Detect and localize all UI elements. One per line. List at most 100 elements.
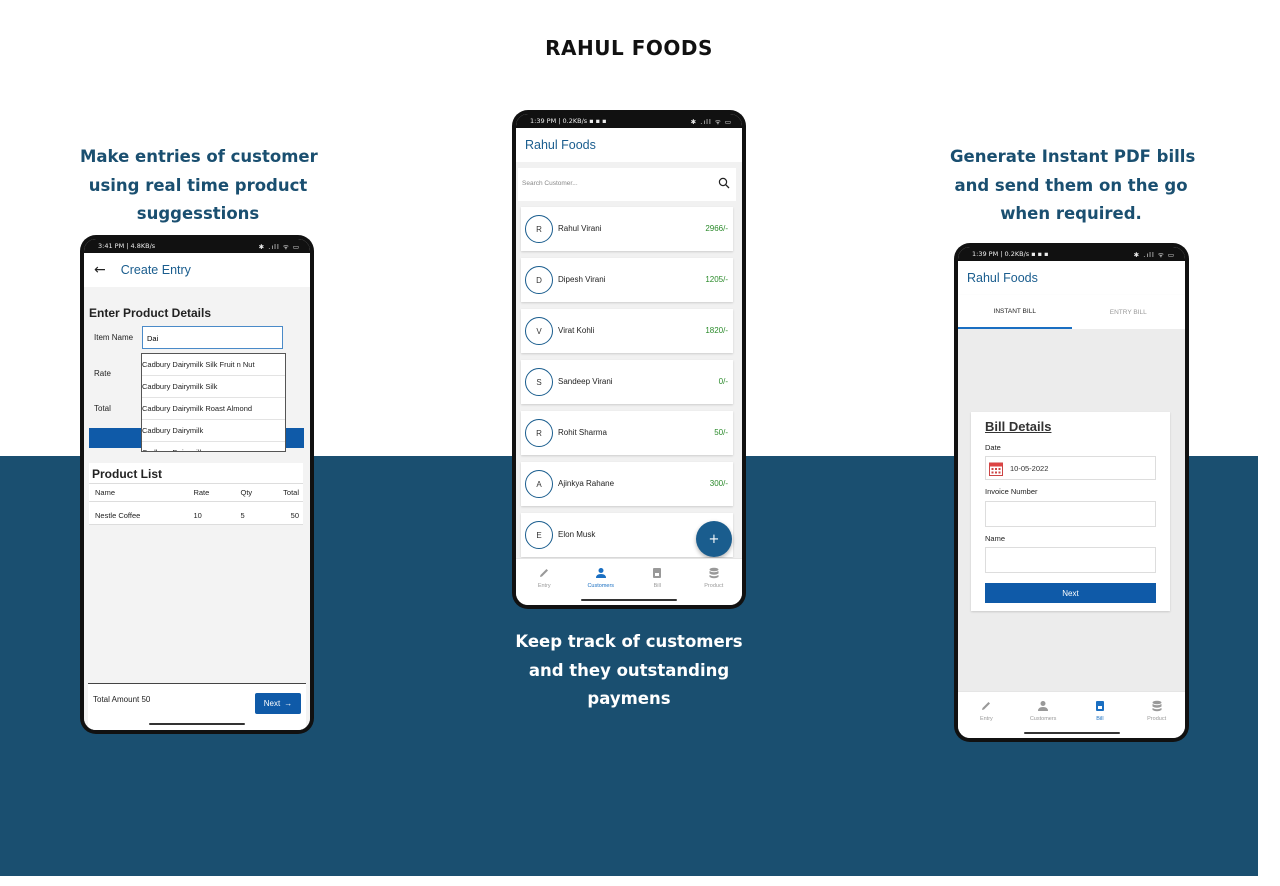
phone-create-entry: 3:41 PM | 4.8KB/s ✱ .ıll ᯤ ▭ ← Create En… (80, 235, 314, 734)
avatar: E (525, 521, 553, 549)
customer-row[interactable]: A Ajinkya Rahane 300/- (521, 462, 733, 506)
calendar-icon (989, 462, 1003, 476)
rate-label: Rate (94, 369, 111, 378)
customer-name: Virat Kohli (558, 326, 595, 335)
customer-amount: 2966/- (705, 224, 728, 233)
nav-entry[interactable]: Entry (516, 559, 573, 605)
nav-label: Product (1147, 716, 1167, 722)
nav-label: Customers (587, 583, 615, 589)
tab-instant-bill[interactable]: INSTANT BILL (958, 295, 1072, 329)
person-icon (595, 568, 606, 578)
suggestion-dropdown: Cadbury Dairymilk Silk Fruit n Nut Cadbu… (141, 353, 286, 452)
date-label: Date (985, 443, 1001, 452)
avatar: R (525, 419, 553, 447)
caption-right: Generate Instant PDF bills and send them… (950, 143, 1196, 229)
customer-name: Rohit Sharma (558, 428, 607, 437)
total-label: Total (94, 404, 111, 413)
caption-line: Make entries of customer (80, 147, 318, 166)
customer-row[interactable]: D Dipesh Virani 1205/- (521, 258, 733, 302)
home-indicator (1023, 731, 1120, 734)
nav-label: Bill (1096, 716, 1104, 722)
caption-line: paymens (587, 689, 671, 708)
customer-amount: 0/- (718, 377, 728, 386)
customer-row[interactable]: S Sandeep Virani 0/- (521, 360, 733, 404)
suggestion-item[interactable]: Cadbury Dairymilk Silk Fruit n Nut (142, 354, 285, 376)
app-title: Rahul Foods (967, 271, 1038, 285)
item-name-input[interactable]: Dai (142, 326, 283, 349)
customer-row[interactable]: R Rohit Sharma 50/- (521, 411, 733, 455)
customer-row[interactable]: R Rahul Virani 2966/- (521, 207, 733, 251)
screen-title: Create Entry (120, 263, 191, 277)
phone-bill: 1:39 PM | 0.2KB/s ▪ ▪ ▪ ✱ .ıll ᯤ ▭ Rahul… (954, 243, 1189, 742)
product-table: Name Rate Qty Total Nestle Coffee 10 5 5… (89, 483, 303, 525)
caption-middle: Keep track of customers and they outstan… (512, 628, 746, 714)
avatar: V (525, 317, 553, 345)
table-row[interactable]: Nestle Coffee 10 5 50 (89, 501, 303, 525)
product-list-title: Product List (92, 467, 163, 481)
caption-line: Generate Instant PDF bills (950, 147, 1196, 166)
avatar: D (525, 266, 553, 294)
table-header-row: Name Rate Qty Total (89, 483, 303, 502)
pencil-icon (540, 569, 549, 577)
bill-icon (653, 568, 662, 578)
add-customer-button[interactable]: + (696, 521, 732, 557)
status-time: 3:41 PM | 4.8KB/s (98, 242, 156, 250)
home-indicator (581, 598, 677, 601)
nav-product[interactable]: Product (1128, 692, 1185, 738)
column-header-total: Total (264, 483, 303, 502)
page-title: RAHUL FOODS (545, 36, 713, 60)
caption-line: and send them on the go (954, 175, 1188, 195)
tab-entry-bill[interactable]: ENTRY BILL (1072, 295, 1186, 329)
cell-name: Nestle Coffee (89, 501, 188, 525)
caption-left: Make entries of customer using real time… (80, 143, 318, 229)
avatar: S (525, 368, 553, 396)
suggestion-item[interactable]: Cadbury Dairymilk Roast Almond (142, 398, 285, 420)
status-icons: ✱ .ıll ᯤ ▭ (690, 117, 732, 126)
column-header-rate: Rate (187, 483, 235, 502)
suggestion-item[interactable]: Cadbury Dairymilk Silk (142, 376, 285, 398)
status-bar: 1:39 PM | 0.2KB/s ▪ ▪ ▪ ✱ .ıll ᯤ ▭ (958, 247, 1185, 261)
section-title: Enter Product Details (89, 306, 212, 320)
status-time: 1:39 PM | 0.2KB/s ▪ ▪ ▪ (972, 250, 1049, 258)
status-icons: ✱ .ıll ᯤ ▭ (1133, 250, 1175, 259)
database-icon (709, 567, 719, 579)
status-icons: ✱ .ıll ᯤ ▭ (258, 242, 300, 251)
card-title: Bill Details (985, 419, 1052, 434)
status-time: 1:39 PM | 0.2KB/s ▪ ▪ ▪ (530, 117, 607, 125)
person-icon (1038, 701, 1049, 711)
avatar: R (525, 215, 553, 243)
cell-rate: 10 (187, 501, 235, 525)
app-bar: Rahul Foods (958, 261, 1185, 295)
caption-line: and they outstanding (528, 660, 730, 680)
invoice-number-field[interactable] (985, 501, 1156, 527)
back-arrow-icon[interactable]: ← (94, 262, 106, 278)
arrow-right-icon: → (284, 699, 293, 708)
suggestion-item[interactable]: Cadbury Dairymilk (142, 420, 285, 442)
nav-label: Product (704, 583, 724, 589)
next-button[interactable]: Next → (255, 693, 301, 714)
search-icon[interactable] (718, 177, 730, 189)
bill-details-card: Bill Details Date 10-05-2022 Invoice Num… (971, 412, 1170, 611)
app-bar: ← Create Entry (84, 253, 310, 288)
date-value: 10-05-2022 (1010, 464, 1049, 473)
app-title: Rahul Foods (525, 138, 596, 152)
home-indicator (149, 722, 245, 725)
suggestion-item[interactable]: Cadbury Dairymilk (142, 442, 285, 451)
search-input[interactable]: Search Customer... (522, 180, 578, 187)
customer-amount: 300/- (709, 479, 728, 488)
customer-name: Elon Musk (558, 530, 596, 539)
nav-entry[interactable]: Entry (958, 692, 1015, 738)
bill-tabs: INSTANT BILL ENTRY BILL (958, 295, 1185, 329)
phone-customers: 1:39 PM | 0.2KB/s ▪ ▪ ▪ ✱ .ıll ᯤ ▭ Rahul… (512, 110, 746, 609)
date-field[interactable]: 10-05-2022 (985, 456, 1156, 480)
pencil-icon (982, 702, 991, 710)
name-field[interactable] (985, 547, 1156, 573)
status-bar: 1:39 PM | 0.2KB/s ▪ ▪ ▪ ✱ .ıll ᯤ ▭ (516, 114, 742, 128)
screen: 1:39 PM | 0.2KB/s ▪ ▪ ▪ ✱ .ıll ᯤ ▭ Rahul… (516, 114, 742, 605)
customer-row[interactable]: V Virat Kohli 1820/- (521, 309, 733, 353)
next-button[interactable]: Next (985, 583, 1156, 603)
bill-icon (1095, 701, 1104, 711)
column-header-qty: Qty (234, 483, 265, 502)
nav-product[interactable]: Product (686, 559, 743, 605)
search-bar[interactable]: Search Customer... (518, 168, 736, 201)
